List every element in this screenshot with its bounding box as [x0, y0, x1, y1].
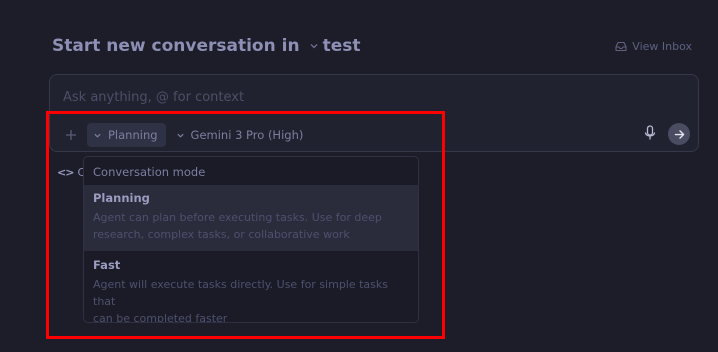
chevron-down-icon[interactable] [309, 41, 319, 51]
composer-toolbar: Planning Gemini 3 Pro (High) [62, 123, 309, 147]
menu-item-description-line: research, complex tasks, or collaborativ… [93, 228, 350, 241]
chevron-down-icon [176, 133, 184, 138]
menu-item-label: Fast [93, 258, 121, 272]
app-root: Start new conversation in test View Inbo… [0, 0, 718, 352]
menu-item-description-line: Agent can plan before executing tasks. U… [93, 211, 382, 224]
plus-icon[interactable] [62, 126, 80, 144]
microphone-icon[interactable] [644, 125, 656, 141]
workspace-selector[interactable]: test [323, 36, 361, 56]
message-input[interactable]: Ask anything, @ for context [63, 90, 244, 105]
mode-selector-label: Planning [108, 128, 158, 142]
menu-item-description: Agent will execute tasks directly. Use f… [93, 276, 409, 323]
chevron-down-icon [94, 133, 101, 138]
model-selector-button[interactable]: Gemini 3 Pro (High) [170, 123, 310, 147]
menu-item-label: Planning [93, 191, 150, 205]
mode-selector-button[interactable]: Planning [87, 123, 166, 147]
composer[interactable]: Ask anything, @ for context Planning Gem… [49, 74, 699, 152]
menu-item-description: Agent can plan before executing tasks. U… [93, 209, 409, 243]
code-context-button[interactable]: <> C [57, 166, 85, 179]
model-selector-label: Gemini 3 Pro (High) [190, 128, 304, 142]
conversation-mode-menu: Conversation mode Planning Agent can pla… [83, 156, 419, 323]
menu-item-planning[interactable]: Planning Agent can plan before executing… [84, 185, 418, 251]
view-inbox-label: View Inbox [632, 40, 692, 53]
send-button[interactable] [668, 123, 690, 145]
menu-item-fast[interactable]: Fast Agent will execute tasks directly. … [84, 251, 418, 323]
menu-item-description-line: can be completed faster [93, 312, 228, 323]
menu-title: Conversation mode [93, 165, 206, 179]
inbox-icon [615, 41, 627, 52]
menu-item-description-line: Agent will execute tasks directly. Use f… [93, 278, 389, 308]
page-title-text: Start new conversation in [52, 36, 300, 56]
code-icon: <> [57, 166, 74, 179]
view-inbox-link[interactable]: View Inbox [615, 40, 692, 53]
arrow-right-icon [674, 129, 684, 139]
page-title: Start new conversation in test [52, 36, 360, 56]
